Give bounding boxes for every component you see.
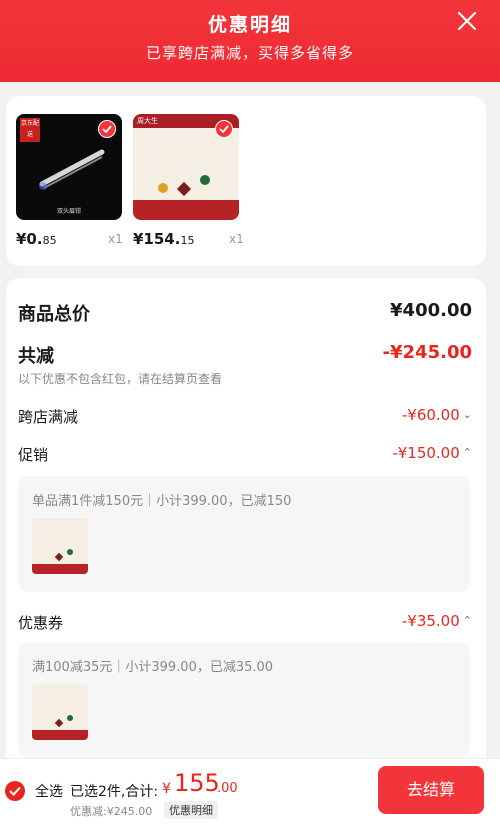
chevron-up-icon[interactable]: ⌃ — [463, 446, 472, 459]
discount-detail-button[interactable]: 优惠明细 — [164, 801, 218, 819]
selected-count: 已选2件,合计: — [70, 784, 159, 800]
promo-desc: 单品满1件减150元｜小计399.00，已减150 — [32, 494, 292, 509]
checkout-button[interactable]: 去结算 — [378, 766, 484, 814]
product-image[interactable]: 周大生 — [133, 114, 239, 220]
discount-value: -¥60.00 ⌄ — [401, 406, 472, 424]
bracelet-image — [32, 534, 88, 574]
coupon-detail-box: 满100减35元｜小计399.00，已减35.00 — [18, 642, 470, 758]
promo-product-thumb — [32, 518, 88, 574]
header: 优惠明细 已享跨店满减，买得多省得多 — [0, 0, 500, 82]
product-qty: x1 — [229, 232, 244, 246]
product-price: ¥154.15 — [133, 230, 195, 248]
discount-detail-card: 商品总价 ¥400.00 共减 -¥245.00 以下优惠不包含红包，请在结算页… — [6, 278, 486, 808]
checked-icon[interactable] — [98, 120, 116, 138]
promo-detail-box: 单品满1件减150元｜小计399.00，已减150 — [18, 476, 470, 592]
total-reduce-label: 共减 — [18, 346, 54, 367]
bracelet-image — [32, 700, 88, 740]
coupon-product-thumb — [32, 684, 88, 740]
discount-value: -¥150.00 ⌃ — [392, 444, 472, 462]
total-amount: 155 — [174, 769, 220, 797]
discount-summary: 优惠减:¥245.00 — [70, 805, 153, 818]
total-amount-decimal: .00 — [217, 781, 238, 796]
discount-value: -¥35.00 ⌃ — [401, 612, 472, 630]
select-all-checkbox[interactable] — [5, 781, 25, 801]
chevron-down-icon[interactable]: ⌄ — [463, 408, 472, 421]
product-item[interactable]: 周大生 ¥154.15 x1 — [133, 114, 244, 248]
product-item[interactable]: 京东配送 双头眉钳 ¥0.85 x1 — [16, 114, 123, 248]
products-card: 京东配送 双头眉钳 ¥0.85 x1 周大生 ¥154.15 x1 — [6, 96, 486, 266]
discount-label: 优惠券 — [18, 614, 64, 632]
checked-icon[interactable] — [215, 120, 233, 138]
page-title: 优惠明细 — [207, 14, 292, 36]
checkout-bar: 全选 已选2件,合计: ¥ 155 .00 优惠减:¥245.00 优惠明细 去… — [0, 758, 500, 828]
product-image[interactable]: 京东配送 双头眉钳 — [16, 114, 122, 220]
coupon-desc: 满100减35元｜小计399.00，已减35.00 — [32, 660, 274, 675]
close-icon[interactable] — [456, 10, 478, 32]
product-price: ¥0.85 — [16, 230, 57, 248]
product-qty: x1 — [108, 232, 123, 246]
select-all-label[interactable]: 全选 — [35, 781, 63, 801]
product-caption: 双头眉钳 — [56, 208, 81, 215]
page-subtitle: 已享跨店满减，买得多省得多 — [145, 44, 354, 62]
reduce-note: 以下优惠不包含红包，请在结算页查看 — [18, 372, 223, 386]
total-currency: ¥ — [162, 781, 171, 797]
chevron-up-icon[interactable]: ⌃ — [463, 614, 472, 627]
total-reduce-value: -¥245.00 — [382, 342, 472, 363]
discount-label: 促销 — [18, 446, 49, 464]
total-price-value: ¥400.00 — [390, 300, 472, 321]
discount-label: 跨店满减 — [18, 408, 79, 426]
total-price-label: 商品总价 — [18, 304, 90, 325]
